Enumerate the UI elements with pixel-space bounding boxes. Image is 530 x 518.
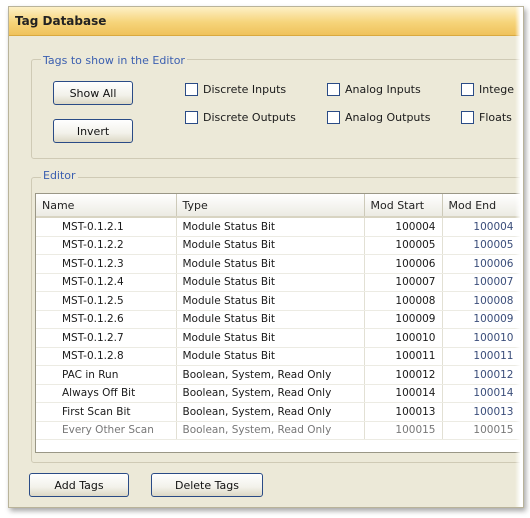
cell-mod-end: 100010	[442, 328, 520, 348]
filter-group-label: Tags to show in the Editor	[41, 54, 187, 67]
cell-type: Module Status Bit	[176, 217, 365, 237]
table-row[interactable]: MST-0.1.2.6 Module Status Bit 100009 100…	[36, 310, 520, 329]
cell-mod-start: 100014	[364, 384, 443, 403]
checkbox-analog-inputs[interactable]: Analog Inputs	[327, 83, 421, 96]
checkbox-analog-outputs[interactable]: Analog Outputs	[327, 111, 430, 124]
checkbox-integers[interactable]: Intege	[461, 83, 514, 96]
checkbox-box[interactable]	[461, 111, 474, 124]
cell-mod-start: 100010	[364, 328, 443, 348]
cell-mod-end: 100007	[442, 273, 520, 292]
window-title: Tag Database	[15, 14, 107, 28]
title-bar[interactable]: Tag Database	[9, 7, 523, 36]
table-row[interactable]: MST-0.1.2.4 Module Status Bit 100007 100…	[36, 273, 520, 292]
checkbox-discrete-outputs[interactable]: Discrete Outputs	[185, 111, 296, 124]
column-header-type[interactable]: Type	[176, 194, 365, 218]
checkbox-label: Intege	[479, 83, 515, 96]
table-header: Name Type Mod Start Mod End	[36, 194, 520, 218]
tag-database-window: Tag Database Tags to show in the Editor …	[8, 6, 524, 508]
cell-mod-start: 100015	[364, 421, 443, 440]
table-row[interactable]: MST-0.1.2.7 Module Status Bit 100010 100…	[36, 328, 520, 348]
checkbox-box[interactable]	[327, 111, 340, 124]
cell-type: Module Status Bit	[176, 310, 365, 329]
table-row[interactable]: Always Off Bit Boolean, System, Read Onl…	[36, 384, 520, 403]
tag-table[interactable]: Name Type Mod Start Mod End MST-0.1.2.1 …	[35, 193, 521, 453]
cell-type: Boolean, System, Read Only	[176, 365, 365, 385]
checkbox-label: Analog Inputs	[345, 83, 421, 96]
cell-name: MST-0.1.2.2	[36, 236, 177, 255]
cell-mod-end: 100005	[442, 236, 520, 255]
cell-mod-start: 100004	[364, 217, 443, 237]
table-row[interactable]: MST-0.1.2.3 Module Status Bit 100006 100…	[36, 254, 520, 274]
cell-mod-end: 100013	[442, 402, 520, 422]
cell-name: Every Other Scan	[36, 421, 177, 440]
cell-mod-start: 100005	[364, 236, 443, 255]
filter-group-box	[31, 59, 523, 159]
cell-name: MST-0.1.2.5	[36, 291, 177, 311]
delete-tags-button[interactable]: Delete Tags	[151, 473, 263, 497]
cell-mod-start: 100007	[364, 273, 443, 292]
cell-name: MST-0.1.2.3	[36, 254, 177, 274]
torn-edge	[515, 7, 523, 507]
cell-name: MST-0.1.2.4	[36, 273, 177, 292]
checkbox-box[interactable]	[185, 111, 198, 124]
editor-group-label: Editor	[41, 169, 78, 182]
checkbox-label: Floats	[479, 111, 512, 124]
checkbox-discrete-inputs[interactable]: Discrete Inputs	[185, 83, 286, 96]
cell-name: MST-0.1.2.1	[36, 217, 177, 237]
table-row[interactable]: First Scan Bit Boolean, System, Read Onl…	[36, 402, 520, 422]
column-header-mod-start[interactable]: Mod Start	[364, 194, 443, 218]
cell-mod-end: 100009	[442, 310, 520, 329]
checkbox-label: Discrete Inputs	[203, 83, 287, 96]
cell-mod-start: 100008	[364, 291, 443, 311]
cell-name: Always Off Bit	[36, 384, 177, 403]
cell-type: Module Status Bit	[176, 291, 365, 311]
cell-type: Module Status Bit	[176, 347, 365, 366]
cell-name: First Scan Bit	[36, 402, 177, 422]
cell-type: Boolean, System, Read Only	[176, 402, 365, 422]
cell-mod-start: 100006	[364, 254, 443, 274]
checkbox-label: Discrete Outputs	[203, 111, 296, 124]
table-row[interactable]: MST-0.1.2.5 Module Status Bit 100008 100…	[36, 291, 520, 311]
cell-type: Module Status Bit	[176, 254, 365, 274]
cell-mod-end: 100004	[442, 217, 520, 237]
cell-mod-end: 100008	[442, 291, 520, 311]
cell-mod-start: 100009	[364, 310, 443, 329]
table-row[interactable]: MST-0.1.2.2 Module Status Bit 100005 100…	[36, 236, 520, 255]
checkbox-floats[interactable]: Floats	[461, 111, 512, 124]
cell-type: Module Status Bit	[176, 236, 365, 255]
column-header-mod-end[interactable]: Mod End	[442, 194, 520, 218]
cell-mod-start: 100011	[364, 347, 443, 366]
table-row[interactable]: MST-0.1.2.1 Module Status Bit 100004 100…	[36, 217, 520, 237]
table-row[interactable]: MST-0.1.2.8 Module Status Bit 100011 100…	[36, 347, 520, 366]
show-all-button[interactable]: Show All	[53, 81, 133, 105]
cell-name: MST-0.1.2.6	[36, 310, 177, 329]
cell-mod-end: 100006	[442, 254, 520, 274]
table-row[interactable]: Every Other Scan Boolean, System, Read O…	[36, 421, 520, 440]
checkbox-box[interactable]	[461, 83, 474, 96]
add-tags-button[interactable]: Add Tags	[29, 473, 129, 497]
cell-type: Module Status Bit	[176, 273, 365, 292]
cell-type: Module Status Bit	[176, 328, 365, 348]
cell-mod-end: 100012	[442, 365, 520, 385]
cell-mod-start: 100012	[364, 365, 443, 385]
cell-name: PAC in Run	[36, 365, 177, 385]
cell-type: Boolean, System, Read Only	[176, 421, 365, 440]
cell-mod-end: 100011	[442, 347, 520, 366]
invert-button[interactable]: Invert	[53, 119, 133, 143]
cell-mod-end: 100015	[442, 421, 520, 440]
cell-name: MST-0.1.2.8	[36, 347, 177, 366]
column-header-name[interactable]: Name	[36, 194, 177, 218]
table-row[interactable]: PAC in Run Boolean, System, Read Only 10…	[36, 365, 520, 385]
cell-type: Boolean, System, Read Only	[176, 384, 365, 403]
cell-mod-start: 100013	[364, 402, 443, 422]
cell-name: MST-0.1.2.7	[36, 328, 177, 348]
checkbox-label: Analog Outputs	[345, 111, 431, 124]
checkbox-box[interactable]	[327, 83, 340, 96]
cell-mod-end: 100014	[442, 384, 520, 403]
checkbox-box[interactable]	[185, 83, 198, 96]
